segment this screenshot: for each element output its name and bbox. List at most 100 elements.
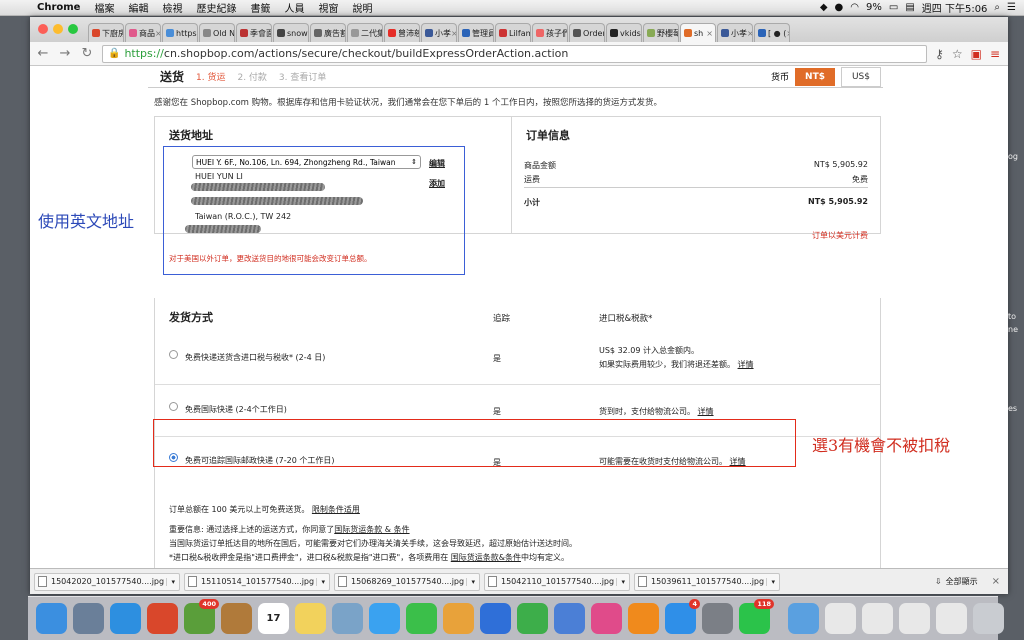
wifi-icon[interactable]: ◠	[850, 2, 859, 13]
currency-ntd-button[interactable]: NT$	[795, 67, 835, 86]
extension-icon[interactable]: ▣	[971, 47, 982, 61]
notes-icon[interactable]	[295, 603, 326, 634]
tab-close-icon[interactable]: ×	[747, 29, 752, 38]
browser-tab[interactable]: 曾沛慈×	[384, 23, 420, 42]
line-icon[interactable]: ●	[835, 2, 844, 13]
tab-close-icon[interactable]: ×	[155, 29, 160, 38]
numbers-icon[interactable]	[517, 603, 548, 634]
contacts-icon[interactable]	[221, 603, 252, 634]
doc-2-icon[interactable]	[862, 603, 893, 634]
close-icon[interactable]	[38, 24, 48, 34]
show-all-downloads[interactable]: ⇩ 全部顯示 ×	[935, 576, 1008, 587]
chevron-down-icon[interactable]: ▾	[316, 577, 329, 586]
reload-icon[interactable]: ↻	[80, 46, 94, 61]
radio-option-1[interactable]	[169, 350, 178, 359]
tab-close-icon[interactable]: ×	[451, 29, 456, 38]
menu-app-name[interactable]: Chrome	[30, 2, 87, 13]
downloads-folder-icon[interactable]	[788, 603, 819, 634]
browser-tab[interactable]: sh ×	[680, 23, 716, 42]
tab-close-icon[interactable]: ×	[197, 29, 198, 38]
browser-tab[interactable]: vkids×	[606, 23, 642, 42]
download-item[interactable]: 15042110_101577540....jpg ▾	[484, 572, 630, 591]
close-shelf-icon[interactable]: ×	[992, 576, 1000, 587]
browser-tab[interactable]: Old N ×	[199, 23, 235, 42]
system-preferences-icon[interactable]	[702, 603, 733, 634]
clock[interactable]: 週四 下午5:06	[922, 0, 988, 15]
download-item[interactable]: 15039611_101577540....jpg ▾	[634, 572, 780, 591]
details-link[interactable]: 详情	[698, 407, 714, 416]
photos-icon[interactable]	[443, 603, 474, 634]
browser-tab[interactable]: snow×	[273, 23, 309, 42]
address-bar[interactable]: 🔒 https:// cn.shopbop.com/actions/secure…	[102, 44, 928, 63]
tab-close-icon[interactable]: ×	[786, 29, 789, 38]
download-item[interactable]: 15110514_101577540....jpg ▾	[184, 572, 330, 591]
flag-icon[interactable]: ▤	[905, 2, 914, 13]
safari-icon[interactable]	[110, 603, 141, 634]
battery-icon[interactable]: ▭	[889, 2, 898, 13]
key-icon[interactable]: ⚷	[935, 47, 944, 61]
trash-icon[interactable]	[973, 603, 1004, 634]
doc-4-icon[interactable]	[936, 603, 967, 634]
chrome-menu-icon[interactable]: ≡	[990, 47, 1000, 61]
tab-close-icon[interactable]: ×	[706, 29, 715, 38]
launchpad-icon[interactable]	[73, 603, 104, 634]
details-link[interactable]: 详情	[738, 360, 754, 369]
keynote-2-icon[interactable]	[554, 603, 585, 634]
terms-link[interactable]: 国际货运条款 & 条件	[334, 525, 409, 534]
minimize-icon[interactable]	[53, 24, 63, 34]
ibooks-icon[interactable]	[628, 603, 659, 634]
terms-link-2[interactable]: 国际货运条款&条件	[451, 553, 521, 562]
browser-tab[interactable]: 下廚房×	[88, 23, 124, 42]
browser-tab[interactable]: 商品×	[125, 23, 161, 42]
browser-tab[interactable]: [ ● (×	[754, 23, 790, 42]
app-store-icon[interactable]: 4	[665, 599, 700, 634]
photos-app-icon[interactable]: 400	[184, 599, 219, 634]
menu-bookmarks[interactable]: 書籤	[243, 0, 277, 15]
messages-icon[interactable]	[369, 603, 400, 634]
browser-tab[interactable]: 管理員×	[458, 23, 494, 42]
download-item[interactable]: 15068269_101577540....jpg ▾	[334, 572, 480, 591]
bookmark-star-icon[interactable]: ☆	[952, 47, 963, 61]
menu-file[interactable]: 檔案	[87, 0, 121, 15]
browser-tab[interactable]: 廣告割 ×	[310, 23, 346, 42]
preview-icon[interactable]	[332, 603, 363, 634]
facetime-icon[interactable]	[406, 603, 437, 634]
line-icon[interactable]: 118	[739, 599, 774, 634]
radio-option-2[interactable]	[169, 402, 178, 411]
currency-usd-button[interactable]: US$	[840, 66, 881, 87]
chevron-down-icon[interactable]: ▾	[166, 577, 179, 586]
menu-help[interactable]: 說明	[345, 0, 379, 15]
back-icon[interactable]: ←	[36, 46, 50, 61]
browser-tab[interactable]: https×	[162, 23, 198, 42]
doc-3-icon[interactable]	[899, 603, 930, 634]
zoom-icon[interactable]	[68, 24, 78, 34]
browser-tab[interactable]: 二代集×	[347, 23, 383, 42]
browser-tab[interactable]: 小孝×	[421, 23, 457, 42]
browser-tab[interactable]: 季會面×	[236, 23, 272, 42]
menu-view[interactable]: 檢視	[155, 0, 189, 15]
browser-tab[interactable]: Lilfam×	[495, 23, 531, 42]
browser-tab[interactable]: 小孝×	[717, 23, 753, 42]
browser-tab[interactable]: 野櫻莓 ×	[643, 23, 679, 42]
calendar-icon[interactable]: 17	[258, 603, 289, 634]
menu-history[interactable]: 歷史紀錄	[189, 0, 243, 15]
tab-close-icon[interactable]: ×	[641, 29, 642, 38]
shipping-option[interactable]: 免费快递送货含进口税与税收* (2-4 日) 是 US$ 32.09 计入总金额…	[155, 332, 880, 385]
dropbox-icon[interactable]: ◆	[820, 2, 828, 13]
chevron-down-icon[interactable]: ▾	[766, 577, 779, 586]
chevron-down-icon[interactable]: ▾	[616, 577, 629, 586]
forward-icon[interactable]: →	[58, 46, 72, 61]
itunes-icon[interactable]	[591, 603, 622, 634]
browser-tab[interactable]: 孩子們×	[532, 23, 568, 42]
search-icon[interactable]: ⌕	[994, 2, 1000, 13]
chevron-down-icon[interactable]: ▾	[466, 577, 479, 586]
conditions-link[interactable]: 限制条件适用	[312, 505, 360, 514]
download-item[interactable]: 15042020_101577540....jpg ▾	[34, 572, 180, 591]
chrome-icon[interactable]	[147, 603, 178, 634]
finder-icon[interactable]	[36, 603, 67, 634]
keynote-icon[interactable]	[480, 603, 511, 634]
menu-edit[interactable]: 編輯	[121, 0, 155, 15]
menu-window[interactable]: 視窗	[311, 0, 345, 15]
list-icon[interactable]: ☰	[1007, 2, 1016, 13]
battery-percent[interactable]: 9%	[866, 2, 882, 13]
